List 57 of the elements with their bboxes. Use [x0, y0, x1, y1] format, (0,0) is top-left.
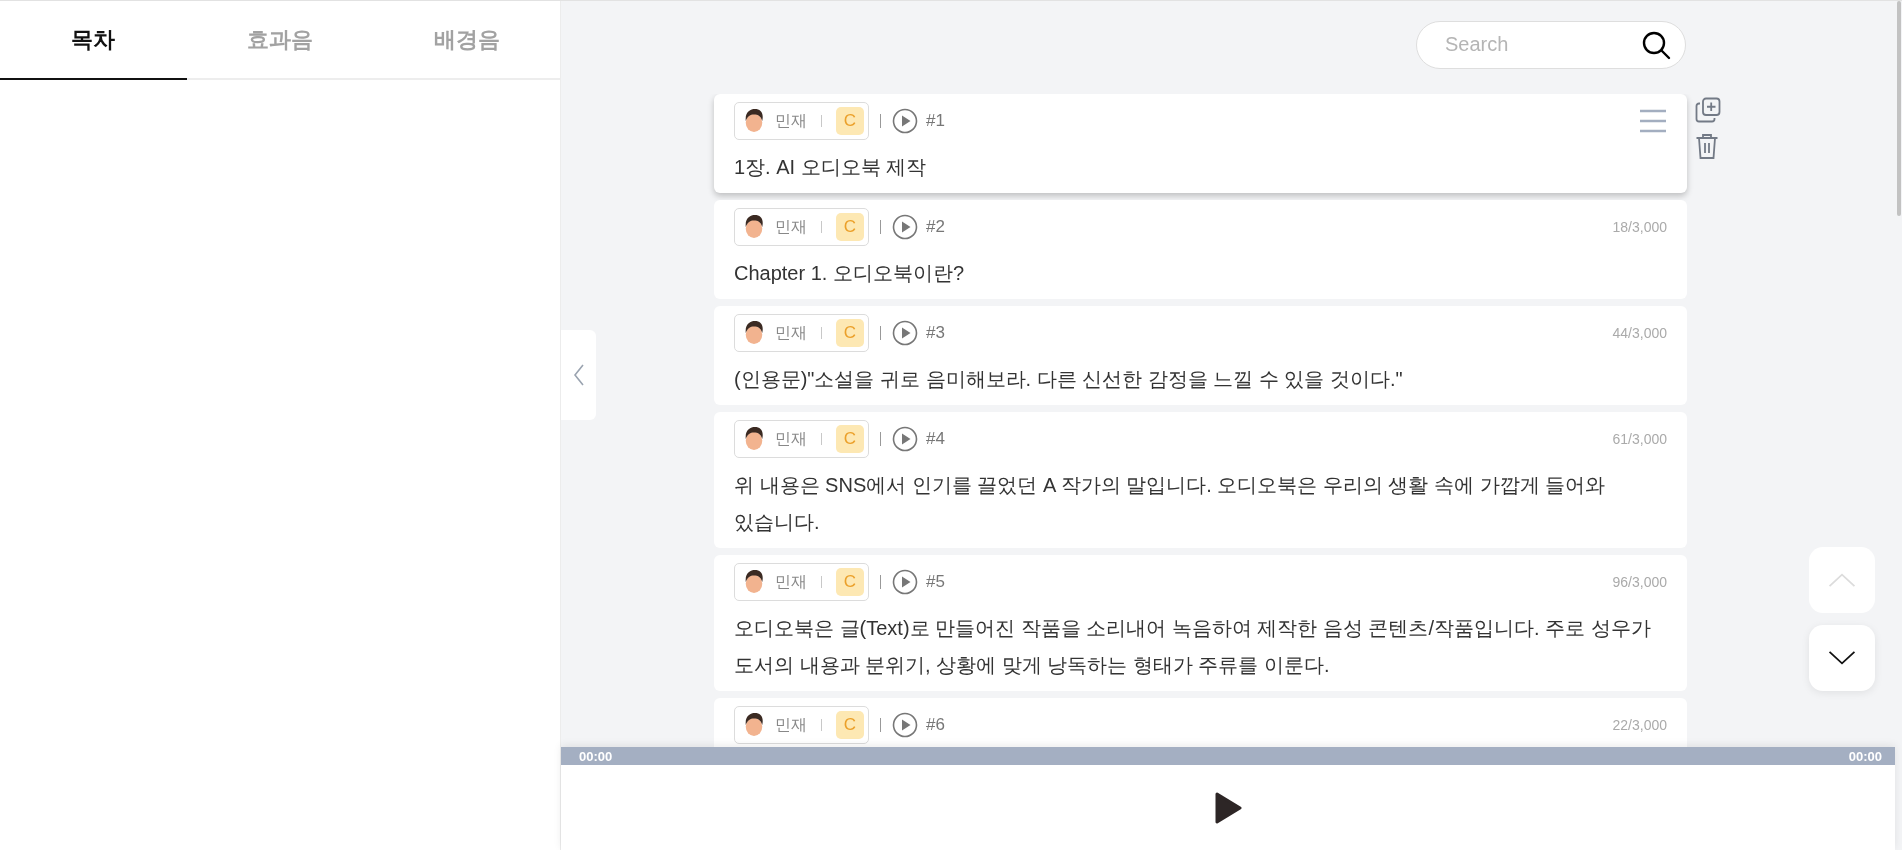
block-number: #6 [926, 715, 945, 735]
speaker-selector[interactable]: 민재 C [734, 208, 869, 246]
block-text: 1장. AI 오디오북 제작 [734, 155, 928, 180]
text-block-card[interactable]: 민재 C #5 96/3,000 오디오북은 글(Text)로 만들어진 작품을 소리내어 녹음하여 제작한 음성 콘텐츠/작품입니다. 주로 성우가 도서의 내용과 분위기, 상황에 맞게 낭독하는 형태가 주류를 이룬다. [714, 555, 1687, 691]
grade-badge: C [836, 319, 864, 347]
speaker-name: 민재 [775, 322, 807, 343]
avatar-icon [743, 320, 765, 346]
block-number: #1 [926, 111, 945, 131]
character-count: 61/3,000 [1612, 431, 1667, 447]
avatar-icon [743, 108, 765, 134]
collapse-handle[interactable] [561, 330, 596, 420]
block-text: Chapter 1. 오디오북이란? [734, 261, 966, 286]
grade-badge: C [836, 711, 864, 739]
block-text: 위 내용은 SNS에서 인기를 끌었던 A 작가의 말입니다. 오디오북은 우리의 생활 속에 가깝게 들어와 있습니다. [734, 473, 1607, 535]
grade-badge: C [836, 213, 864, 241]
chevron-up-icon [1827, 572, 1857, 588]
character-count: 22/3,000 [1612, 717, 1667, 733]
character-count: 44/3,000 [1612, 325, 1667, 341]
block-number: #2 [926, 217, 945, 237]
speaker-name: 민재 [775, 571, 807, 592]
grade-badge: C [836, 107, 864, 135]
play-icon[interactable] [1214, 790, 1242, 825]
block-number: #4 [926, 429, 945, 449]
chevron-left-icon [572, 363, 585, 387]
tab[interactable]: 목차 [0, 1, 187, 80]
speaker-name: 민재 [775, 110, 807, 131]
speaker-selector[interactable]: 민재 C [734, 420, 869, 458]
avatar-icon [743, 214, 765, 240]
text-block-card[interactable]: 민재 C #3 44/3,000 (인용문)"소설을 귀로 음미해보라. 다른 신선한 감정을 느낄 수 있을 것이다." [714, 306, 1687, 405]
grade-badge: C [836, 568, 864, 596]
speaker-name: 민재 [775, 428, 807, 449]
chevron-down-icon [1827, 650, 1857, 666]
block-text: (인용문)"소설을 귀로 음미해보라. 다른 신선한 감정을 느낄 수 있을 것이다." [734, 367, 1404, 392]
text-block-card[interactable]: 민재 C #6 22/3,000 [714, 698, 1687, 747]
search-field[interactable]: Search [1416, 20, 1686, 69]
speaker-name: 민재 [775, 714, 807, 735]
block-number: #3 [926, 323, 945, 343]
text-block-card[interactable]: 민재 C #1 1장. AI 오디오북 제작 [714, 94, 1687, 193]
block-text: 오디오북은 글(Text)로 만들어진 작품을 소리내어 녹음하여 제작한 음성 콘텐츠/작품입니다. 주로 성우가 도서의 내용과 분위기, 상황에 맞게 낭독하는 형태가 주류를 이룬다. [734, 616, 1652, 678]
speaker-selector[interactable]: 민재 C [734, 563, 869, 601]
character-count: 18/3,000 [1612, 219, 1667, 235]
speaker-selector[interactable]: 민재 C [734, 706, 869, 744]
speaker-name: 민재 [775, 216, 807, 237]
block-number: #5 [926, 572, 945, 592]
speaker-selector[interactable]: 민재 C [734, 102, 869, 140]
scrollbar[interactable] [1895, 1, 1902, 850]
avatar-icon [743, 569, 765, 595]
tab[interactable]: 효과음 [186, 1, 374, 80]
character-count: 96/3,000 [1612, 574, 1667, 590]
text-block-card[interactable]: 민재 C #4 61/3,000 위 내용은 SNS에서 인기를 끌었던 A 작가의 말입니다. 오디오북은 우리의 생활 속에 가깝게 들어와 있습니다. [714, 412, 1687, 548]
trash-icon[interactable] [1695, 133, 1719, 159]
avatar-icon [743, 712, 765, 738]
avatar-icon [743, 426, 765, 452]
speaker-selector[interactable]: 민재 C [734, 314, 869, 352]
text-block-card[interactable]: 민재 C #2 18/3,000 Chapter 1. 오디오북이란? [714, 200, 1687, 299]
grade-badge: C [836, 425, 864, 453]
duplicate-icon[interactable] [1695, 97, 1721, 123]
